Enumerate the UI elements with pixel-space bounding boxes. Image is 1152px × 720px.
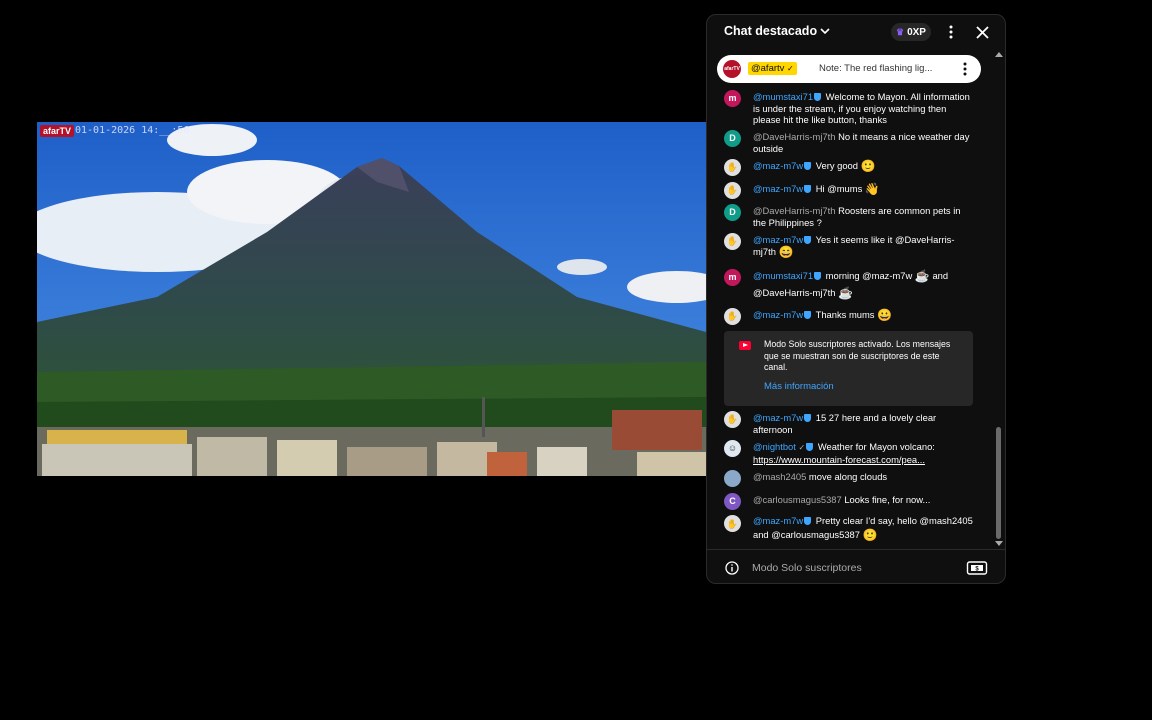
smile-emoji-icon: 🙂 <box>860 159 876 173</box>
video-timestamp-overlay: 01-01-2026 14:__:56 <box>75 125 190 136</box>
checkmark-icon: ✓ <box>798 443 806 452</box>
more-vert-icon <box>949 25 953 39</box>
verified-badge-icon <box>814 272 822 280</box>
pinned-message[interactable]: afarTV @afartv ✓ Note: The red flashing … <box>717 55 981 83</box>
avatar[interactable]: D <box>724 130 741 147</box>
message-text: Looks fine, for now... <box>844 494 931 505</box>
avatar[interactable]: ✋ <box>724 159 741 176</box>
grin-emoji-icon: 😄 <box>778 244 794 259</box>
verified-badge-icon <box>804 414 812 422</box>
close-icon <box>975 25 989 39</box>
message-author[interactable]: @nightbot <box>753 441 796 452</box>
video-player[interactable]: afarTV 01-01-2026 14:__:56 <box>37 122 706 476</box>
xp-badge[interactable]: ♛ 0XP <box>891 23 931 41</box>
info-icon[interactable] <box>725 561 739 575</box>
chevron-down-icon <box>820 28 830 35</box>
live-chat-panel: Chat destacado ♛ 0XP afarTV @afartv ✓ No… <box>706 14 1006 584</box>
more-options-button[interactable] <box>940 22 962 42</box>
message-text: Weather for Mayon volcano: <box>817 441 935 452</box>
avatar[interactable]: ✋ <box>724 308 741 325</box>
avatar: afarTV <box>723 60 741 78</box>
chat-title: Chat destacado <box>724 24 818 38</box>
message-author[interactable]: @mumstaxi71 <box>753 91 813 102</box>
message-author[interactable]: @maz-m7w <box>753 183 803 194</box>
avatar[interactable]: C <box>724 493 741 510</box>
smile-emoji-icon: 🙂 <box>862 528 878 542</box>
subscribers-only-label: Modo Solo suscriptores <box>752 562 862 574</box>
avatar[interactable]: ✋ <box>724 411 741 428</box>
notice-text: Modo Solo suscriptores activado. Los men… <box>764 339 951 372</box>
scroll-down-arrow[interactable] <box>995 541 1003 546</box>
scroll-up-arrow[interactable] <box>995 52 1003 57</box>
more-vert-icon[interactable] <box>957 61 973 77</box>
message-text: Hi @mums <box>815 183 863 194</box>
super-chat-icon[interactable]: $ <box>966 560 988 576</box>
coffee-emoji-icon: ☕ <box>838 286 854 300</box>
verified-badge-icon <box>804 517 812 525</box>
chat-footer: Modo Solo suscriptores $ <box>707 549 1005 583</box>
close-chat-button[interactable] <box>971 22 993 42</box>
message-author[interactable]: @maz-m7w <box>753 309 803 320</box>
message-author[interactable]: @DaveHarris-mj7th <box>753 131 835 142</box>
chat-header: Chat destacado ♛ 0XP <box>707 15 1005 49</box>
message-text: morning @maz-m7w <box>825 270 913 281</box>
avatar[interactable] <box>724 470 741 487</box>
verified-badge-icon <box>806 443 814 451</box>
avatar[interactable]: ☺ <box>724 440 741 457</box>
message-author[interactable]: @maz-m7w <box>753 515 803 526</box>
verified-badge-icon <box>804 162 812 170</box>
avatar[interactable]: m <box>724 90 741 107</box>
grin-emoji-icon: 😀 <box>877 308 893 322</box>
avatar[interactable]: D <box>724 204 741 221</box>
verified-badge-icon <box>804 236 812 244</box>
message-author[interactable]: @DaveHarris-mj7th <box>753 205 835 216</box>
chat-scrollbar[interactable] <box>996 427 1001 539</box>
message-author[interactable]: @maz-m7w <box>753 234 803 245</box>
verified-badge-icon <box>804 185 812 193</box>
avatar[interactable]: m <box>724 269 741 286</box>
message-link[interactable]: https://www.mountain-forecast.com/pea... <box>753 454 925 465</box>
message-text: Thanks mums <box>815 309 875 320</box>
pinned-author: @afartv ✓ <box>748 62 797 75</box>
coffee-emoji-icon: ☕ <box>914 269 930 283</box>
more-info-link[interactable]: Más información <box>764 381 834 392</box>
subscribers-only-notice: Modo Solo suscriptores activado. Los men… <box>724 331 973 406</box>
verified-badge-icon <box>804 311 812 319</box>
wave-emoji-icon: 👋 <box>864 182 880 196</box>
message-author[interactable]: @mumstaxi71 <box>753 270 813 281</box>
xp-value: 0XP <box>907 26 926 38</box>
channel-watermark-logo: afarTV <box>40 125 75 137</box>
message-author[interactable]: @mash2405 <box>753 471 806 482</box>
chat-mode-dropdown[interactable]: Chat destacado <box>724 24 830 38</box>
volcano-scene <box>37 122 706 476</box>
pinned-text: Note: The red flashing lig... <box>819 63 933 74</box>
message-text: Very good <box>815 160 858 171</box>
avatar[interactable]: ✋ <box>724 233 741 250</box>
youtube-icon <box>739 341 751 350</box>
message-text: move along clouds <box>808 471 888 482</box>
avatar[interactable]: ✋ <box>724 182 741 199</box>
message-author[interactable]: @carlousmagus5387 <box>753 494 842 505</box>
avatar[interactable]: ✋ <box>724 515 741 532</box>
crown-icon: ♛ <box>896 26 905 37</box>
message-author[interactable]: @maz-m7w <box>753 412 803 423</box>
verified-badge-icon <box>814 93 822 101</box>
message-author[interactable]: @maz-m7w <box>753 160 803 171</box>
